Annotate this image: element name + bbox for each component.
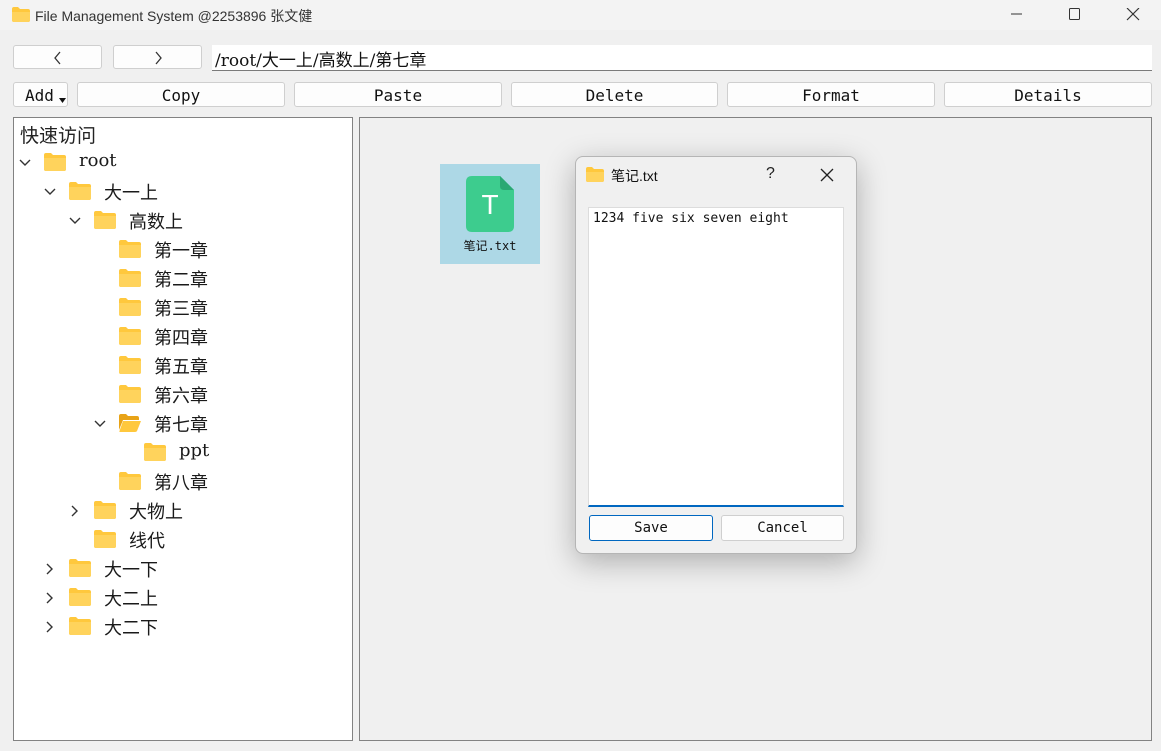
details-button[interactable]: Details [944, 82, 1152, 107]
note-text-editor[interactable]: 1234 five six seven eight [588, 207, 844, 507]
tree-item-label: 第六章 [154, 386, 208, 407]
chevron-right-icon [155, 51, 162, 65]
chevron-right-icon[interactable] [69, 505, 81, 517]
folder-icon [119, 240, 141, 258]
folder-icon [119, 269, 141, 287]
folder-icon [119, 385, 141, 403]
folder-icon [586, 167, 604, 182]
folder-icon [119, 472, 141, 490]
chevron-down-icon[interactable] [69, 215, 81, 227]
chevron-down-icon[interactable] [19, 157, 31, 169]
folder-icon [94, 530, 116, 548]
forward-button[interactable] [113, 45, 202, 69]
tree-item-label: 第五章 [154, 357, 208, 378]
tree-item-label: ppt [179, 440, 210, 461]
folder-icon [44, 153, 66, 171]
file-name: 笔记.txt [463, 239, 517, 253]
tree-item-label: 大二下 [104, 618, 158, 639]
text-file-letter: T [481, 189, 498, 220]
folder-icon [94, 211, 116, 229]
tree-item-label: 大一下 [104, 560, 158, 581]
back-button[interactable] [13, 45, 102, 69]
edit-dialog: 笔记.txt ? 1234 five six seven eight Save … [575, 156, 857, 554]
copy-button[interactable]: Copy [77, 82, 285, 107]
close-icon[interactable] [820, 168, 834, 182]
tree-item-label: 第四章 [154, 328, 208, 349]
help-button[interactable]: ? [766, 165, 775, 183]
tree-item-label: 高数上 [129, 212, 183, 233]
maximize-icon [1069, 8, 1080, 20]
chevron-right-icon[interactable] [44, 621, 56, 633]
path-input[interactable] [212, 45, 1152, 71]
folder-icon [69, 559, 91, 577]
tree-item-label: 第一章 [154, 241, 208, 262]
text-file-icon: T [466, 176, 514, 232]
tree-item-label: 大二上 [104, 589, 158, 610]
tree-item-label: 第八章 [154, 473, 208, 494]
tree-item-label: 第三章 [154, 299, 208, 320]
title-bar: File Management System @2253896 张文健 [0, 0, 1161, 30]
cancel-button[interactable]: Cancel [721, 515, 844, 541]
folder-icon [119, 327, 141, 345]
tree-item-label: 线代 [129, 531, 165, 552]
window-title: File Management System @2253896 张文健 [35, 8, 313, 24]
chevron-right-icon[interactable] [44, 563, 56, 575]
chevron-down-icon[interactable] [94, 418, 106, 430]
folder-icon [144, 443, 166, 461]
folder-icon [69, 588, 91, 606]
tree-item-label: 大一上 [104, 183, 158, 204]
caret-down-icon [59, 98, 66, 103]
chevron-right-icon[interactable] [44, 592, 56, 604]
close-window-button[interactable] [1110, 0, 1156, 30]
folder-open-icon [119, 414, 141, 432]
folder-tree: 快速访问 root 大一上高数上第一章第二章第三章第四章第五章第六章第七章 ppt 第… [13, 117, 353, 741]
minimize-button[interactable] [994, 0, 1040, 30]
format-button[interactable]: Format [727, 82, 935, 107]
chevron-down-icon[interactable] [44, 186, 56, 198]
folder-icon [94, 501, 116, 519]
dialog-title: 笔记.txt [611, 168, 658, 184]
tree-header: 快速访问 [20, 125, 97, 147]
tree-item-label: 第七章 [154, 415, 208, 436]
folder-icon [119, 356, 141, 374]
dialog-title-bar: 笔记.txt ? [576, 157, 856, 193]
chevron-left-icon [54, 51, 61, 65]
tree-item-label: 大物上 [129, 502, 183, 523]
folder-icon [69, 617, 91, 635]
add-button[interactable]: Add [13, 82, 68, 107]
close-icon [1126, 8, 1140, 21]
paste-button[interactable]: Paste [294, 82, 502, 107]
add-label: Add [25, 86, 54, 105]
tree-item-label: root [79, 150, 117, 171]
save-button[interactable]: Save [589, 515, 713, 541]
tree-item-label: 第二章 [154, 270, 208, 291]
folder-icon [69, 182, 91, 200]
folder-icon [12, 7, 30, 22]
minimize-icon [1011, 13, 1022, 15]
file-item[interactable]: T 笔记.txt [440, 164, 540, 264]
folder-icon [119, 298, 141, 316]
maximize-button[interactable] [1052, 0, 1098, 30]
delete-button[interactable]: Delete [511, 82, 718, 107]
